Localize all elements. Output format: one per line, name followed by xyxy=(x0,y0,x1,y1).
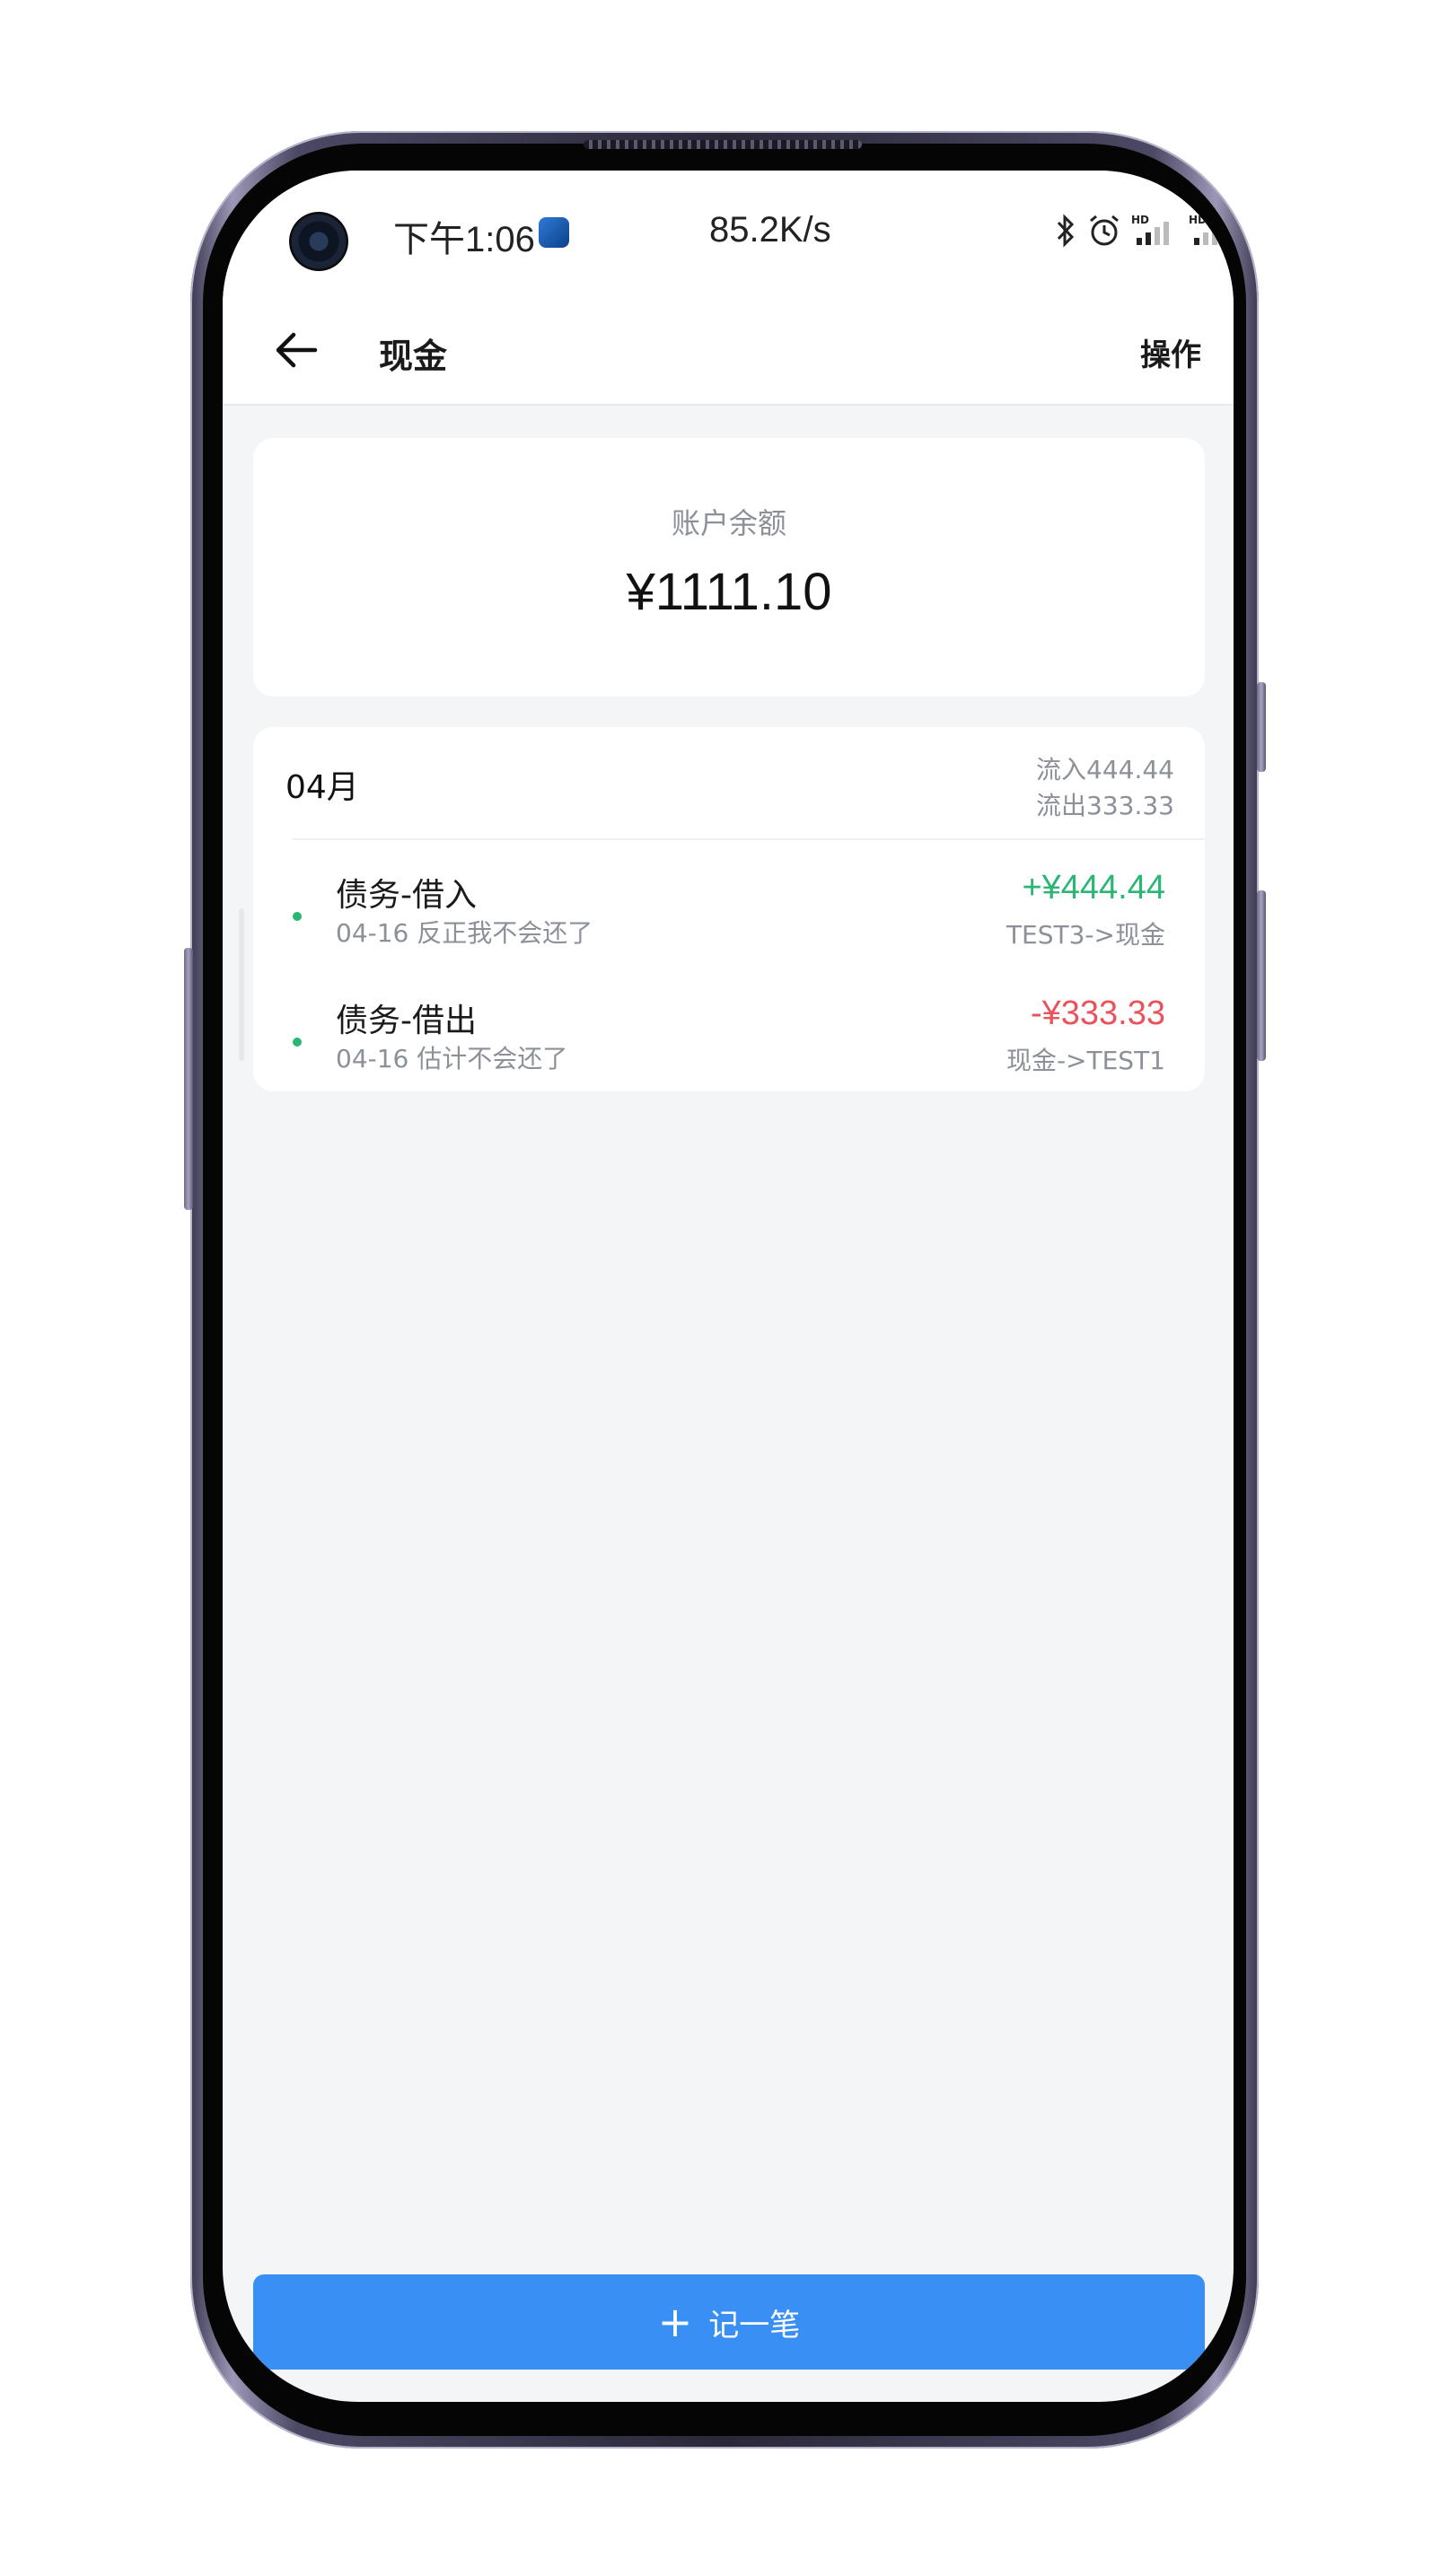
svg-text:HD: HD xyxy=(1131,214,1149,226)
status-icons: HD HD 100 xyxy=(1054,208,1234,253)
transaction-subtitle: 04-16 估计不会还了 xyxy=(336,1044,568,1073)
status-dot xyxy=(293,912,302,921)
divider xyxy=(293,838,1205,840)
balance-value: ¥1111.10 xyxy=(626,563,832,621)
left-side-button xyxy=(184,948,193,1210)
right-power-button xyxy=(1257,890,1266,1061)
add-record-label: 记一笔 xyxy=(708,2307,801,2344)
month-outflow: 流出333.33 xyxy=(1036,791,1174,820)
balance-card: 账户余额 ¥1111.10 xyxy=(253,438,1205,697)
scroll-indicator xyxy=(239,908,244,1061)
bluetooth-icon xyxy=(1057,214,1075,248)
alarm-icon xyxy=(1090,215,1119,246)
status-dot xyxy=(293,1038,302,1047)
network-speed: 85.2K/s xyxy=(709,210,831,250)
transaction-route: TEST3->现金 xyxy=(1006,920,1165,950)
svg-text:HD: HD xyxy=(1189,214,1207,226)
transaction-subtitle: 04-16 反正我不会还了 xyxy=(336,918,593,948)
front-camera xyxy=(289,212,348,271)
page-title: 现金 xyxy=(379,337,448,376)
transaction-row[interactable]: 债务-借出 04-16 估计不会还了 -¥333.33 现金->TEST1 xyxy=(253,984,1205,1109)
app-screen: 下午1:06 85.2K/s HD HD 现金 操作 账户余额 ¥1111.10… xyxy=(223,171,1234,2402)
transaction-row[interactable]: 债务-借入 04-16 反正我不会还了 +¥444.44 TEST3->现金 xyxy=(253,858,1205,984)
back-arrow-icon xyxy=(276,332,318,368)
add-record-button[interactable]: + 记一笔 xyxy=(253,2274,1205,2370)
earpiece-slot xyxy=(584,140,862,149)
signal-hd-icon: HD xyxy=(1189,214,1226,245)
month-inflow: 流入444.44 xyxy=(1036,755,1174,784)
actions-button[interactable]: 操作 xyxy=(1140,330,1201,374)
transaction-amount: +¥444.44 xyxy=(1022,869,1165,907)
month-label: 04月 xyxy=(285,769,359,806)
transaction-title: 债务-借出 xyxy=(336,1003,477,1039)
transaction-title: 债务-借入 xyxy=(336,877,477,914)
status-bar: 下午1:06 85.2K/s HD HD xyxy=(223,171,1234,296)
status-time: 下午1:06 xyxy=(393,220,535,259)
title-bar: 现金 操作 xyxy=(223,296,1234,406)
transaction-amount: -¥333.33 xyxy=(1030,994,1165,1032)
balance-label: 账户余额 xyxy=(671,506,786,540)
app-notification-icon xyxy=(539,217,569,248)
plus-icon: + xyxy=(657,2298,693,2346)
back-button[interactable] xyxy=(268,321,325,379)
month-summary: 流入444.44 流出333.33 xyxy=(1036,752,1174,824)
right-volume-button xyxy=(1257,682,1266,772)
transactions-card: 04月 流入444.44 流出333.33 债务-借入 04-16 反正我不会还… xyxy=(253,727,1205,1091)
signal-hd-icon: HD xyxy=(1131,214,1169,245)
transaction-route: 现金->TEST1 xyxy=(1006,1046,1165,1075)
